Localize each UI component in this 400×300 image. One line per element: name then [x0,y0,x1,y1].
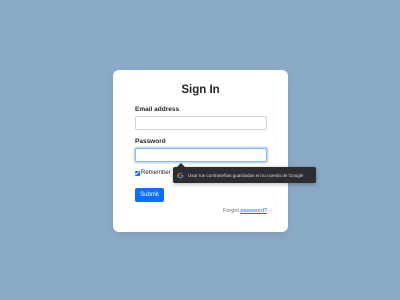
remember-row: Remember [135,170,171,176]
tooltip-text: Usar tus contraseñas guardadas en tu cue… [188,172,304,178]
password-field[interactable] [135,148,267,162]
sign-in-card: Sign In Email address Password Remember … [113,70,288,232]
forgot-password-link[interactable]: password? [240,208,267,214]
remember-checkbox[interactable] [135,170,140,176]
google-icon [177,172,184,178]
page-background: Sign In Email address Password Remember … [0,0,400,300]
remember-label[interactable]: Remember [141,170,171,176]
email-label: Email address [135,106,180,113]
email-field[interactable] [135,116,267,130]
page-title: Sign In [181,84,220,96]
password-label: Password [135,138,166,145]
forgot-password: Forgot password? [223,208,267,214]
forgot-prefix: Forgot [222,208,241,214]
submit-button[interactable]: Submit [135,188,164,202]
password-autofill-tooltip[interactable]: Usar tus contraseñas guardadas en tu cue… [173,163,316,183]
